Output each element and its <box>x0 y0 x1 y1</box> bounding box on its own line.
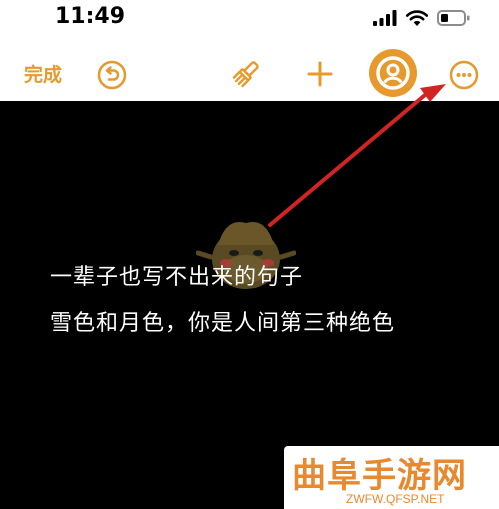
notes-toolbar: 完成 <box>0 48 499 100</box>
watermark: 曲阜手游网 ZWFW.QFSP.NET <box>284 446 499 509</box>
status-time: 11:49 <box>55 4 126 29</box>
done-button[interactable]: 完成 <box>24 60 62 87</box>
collaborator-icon[interactable] <box>368 48 418 98</box>
brush-icon[interactable] <box>230 58 262 90</box>
watermark-title: 曲阜手游网 <box>292 456 467 496</box>
note-line-1: 一辈子也写不出来的句子 <box>50 265 304 290</box>
cellular-signal-icon <box>373 10 397 26</box>
status-icons <box>373 9 471 27</box>
watermark-url: ZWFW.QFSP.NET <box>346 492 445 506</box>
note-line-2: 雪色和月色，你是人间第三种绝色 <box>50 311 396 336</box>
plus-icon[interactable] <box>306 60 334 88</box>
status-bar: 11:49 <box>0 0 499 40</box>
battery-icon <box>437 10 470 26</box>
wifi-icon <box>405 10 429 26</box>
undo-icon[interactable] <box>97 60 127 90</box>
more-icon[interactable] <box>449 60 479 90</box>
